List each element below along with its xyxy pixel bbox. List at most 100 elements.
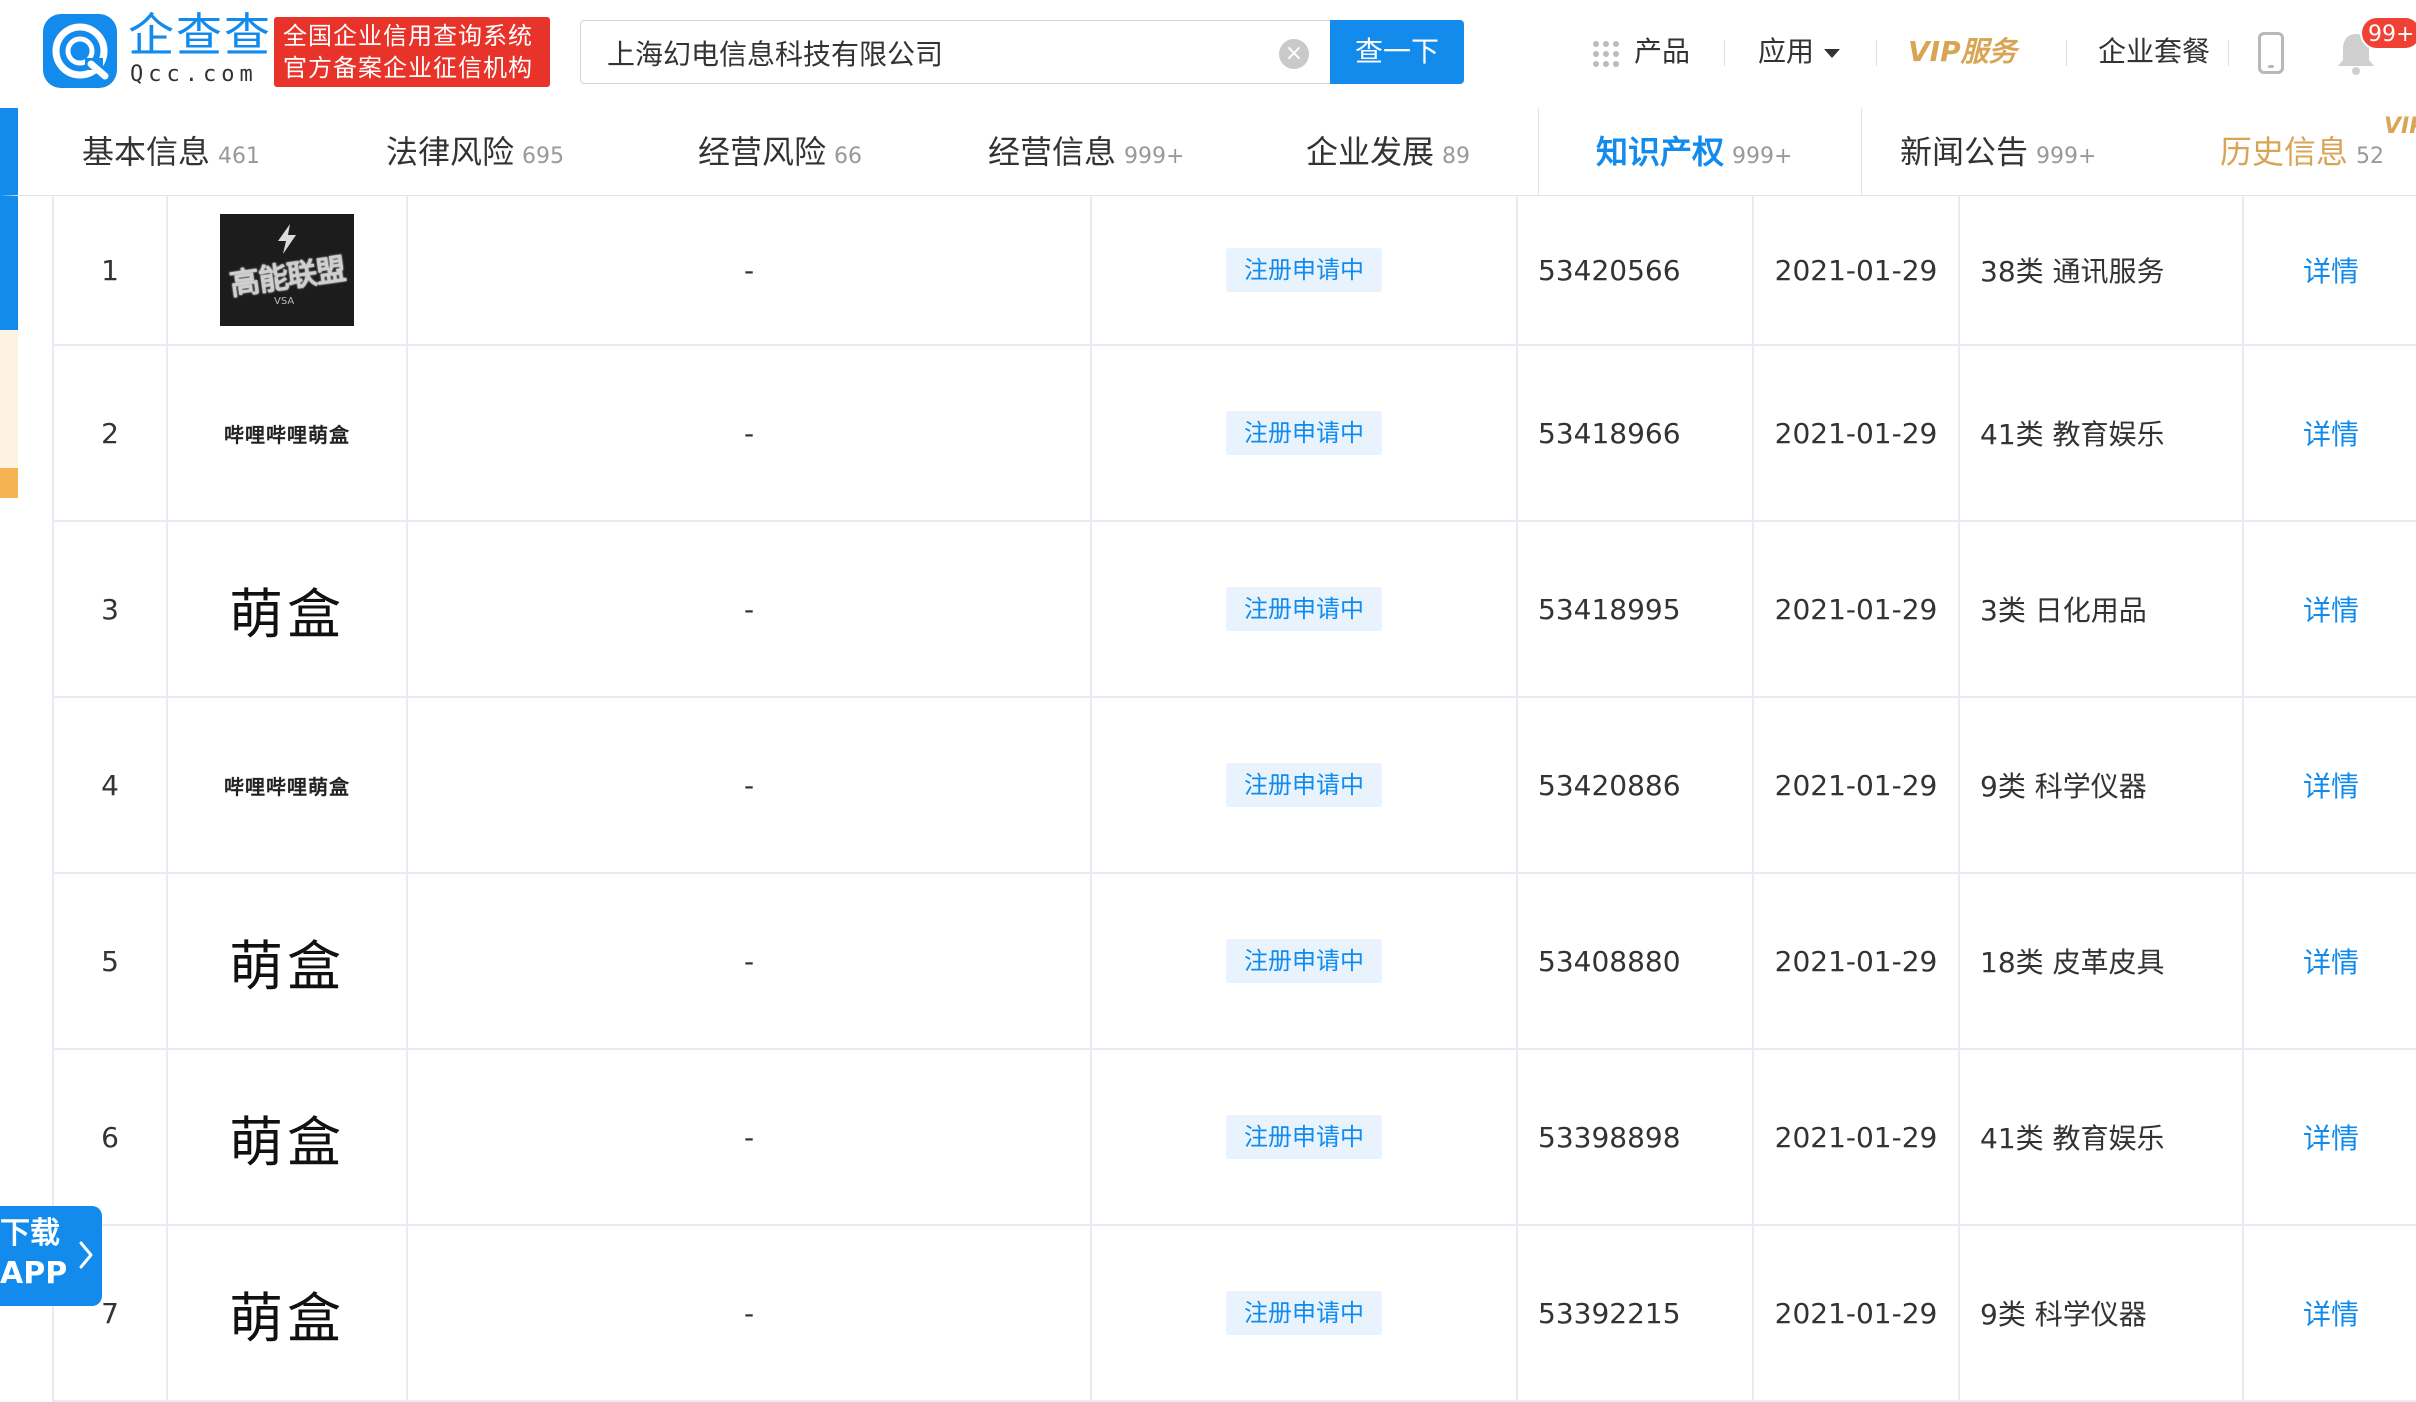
- international-class: 18类 皮革皮具: [1960, 874, 2244, 1048]
- cert-line-2: 官方备案企业征信机构: [283, 54, 533, 82]
- detail-link[interactable]: 详情: [2303, 589, 2359, 629]
- international-class: 41类 教育娱乐: [1960, 346, 2244, 520]
- tab-enterprise-development[interactable]: 企业发展 89: [1306, 132, 1470, 172]
- tab-count: 999+: [2036, 144, 2097, 169]
- tab-label: 基本信息: [82, 133, 211, 171]
- table-row: 1 高能联盟 VSA - 注册申请中 53420566 2021-01-29 3…: [52, 196, 2416, 346]
- search-input[interactable]: [605, 31, 1269, 75]
- status-cell: 注册申请中: [1092, 346, 1518, 520]
- trademark-text-image[interactable]: 萌盒: [229, 570, 345, 649]
- detail-link[interactable]: 详情: [2303, 250, 2359, 290]
- application-date: 2021-01-29: [1754, 698, 1960, 872]
- nav-divider: [1724, 40, 1725, 66]
- clear-search-icon[interactable]: ×: [1279, 39, 1309, 69]
- trademark-image-cell: 哔哩哔哩萌盒: [168, 698, 408, 872]
- trademark-logo-image[interactable]: 高能联盟 VSA: [220, 214, 354, 326]
- international-class: 38类 通讯服务: [1960, 196, 2244, 344]
- applicant-cell: -: [408, 698, 1092, 872]
- applicant-cell: -: [408, 346, 1092, 520]
- trademark-image-cell: 萌盒: [168, 1050, 408, 1224]
- nav-apps-label: 应用: [1758, 35, 1815, 68]
- notification-count-badge: 99+: [2360, 16, 2416, 50]
- status-cell: 注册申请中: [1092, 522, 1518, 696]
- row-index: 2: [54, 346, 168, 520]
- detail-link[interactable]: 详情: [2303, 941, 2359, 981]
- search-box: ×: [580, 20, 1330, 84]
- status-badge: 注册申请中: [1226, 939, 1382, 983]
- tab-label: 历史信息: [2220, 133, 2349, 171]
- application-date: 2021-01-29: [1754, 874, 1960, 1048]
- logo-name[interactable]: 企查查: [128, 8, 272, 62]
- nav-divider: [1876, 40, 1877, 66]
- nav-products[interactable]: 产品: [1634, 32, 1690, 72]
- trademark-image-cell: 高能联盟 VSA: [168, 196, 408, 344]
- detail-link[interactable]: 详情: [2303, 765, 2359, 805]
- cert-line-1: 全国企业信用查询系统: [283, 22, 533, 50]
- status-cell: 注册申请中: [1092, 698, 1518, 872]
- registration-number: 53420566: [1518, 196, 1754, 344]
- registration-number: 53398898: [1518, 1050, 1754, 1224]
- lightning-icon: [278, 224, 296, 254]
- nav-divider: [2228, 40, 2229, 66]
- trademark-text-image[interactable]: 萌盒: [229, 1098, 345, 1177]
- international-class: 9类 科学仪器: [1960, 1226, 2244, 1400]
- detail-cell: 详情: [2244, 1050, 2416, 1224]
- trademark-logo-subtext: VSA: [274, 296, 295, 307]
- section-tabs: 基本信息 461 法律风险 695 经营风险 66 经营信息 999+ 企业发展 89 知…: [0, 108, 2416, 196]
- nav-apps[interactable]: 应用: [1758, 32, 1841, 72]
- tab-label: 新闻公告: [1900, 133, 2029, 171]
- applicant-cell: -: [408, 522, 1092, 696]
- table-row: 2 哔哩哔哩萌盒 - 注册申请中 53418966 2021-01-29 41类…: [52, 346, 2416, 522]
- chevron-right-icon: [79, 1241, 93, 1269]
- status-cell: 注册申请中: [1092, 874, 1518, 1048]
- detail-link[interactable]: 详情: [2303, 1117, 2359, 1157]
- detail-link[interactable]: 详情: [2303, 1293, 2359, 1333]
- tab-count: 461: [218, 144, 261, 169]
- trademark-image-cell: 哔哩哔哩萌盒: [168, 346, 408, 520]
- left-side-marker: [0, 468, 18, 498]
- status-cell: 注册申请中: [1092, 1226, 1518, 1400]
- tab-business-info[interactable]: 经营信息 999+: [988, 132, 1184, 172]
- status-badge: 注册申请中: [1226, 1115, 1382, 1159]
- qcc-logo-icon[interactable]: [43, 14, 117, 88]
- tab-basic-info[interactable]: 基本信息 461: [82, 132, 260, 172]
- tab-count: 999+: [1124, 144, 1185, 169]
- tab-intellectual-property[interactable]: 知识产权 999+: [1596, 132, 1792, 172]
- trademark-image-cell: 萌盒: [168, 522, 408, 696]
- status-cell: 注册申请中: [1092, 196, 1518, 344]
- row-index: 5: [54, 874, 168, 1048]
- logo-domain: Qcc.com: [130, 62, 258, 87]
- tab-count: 52: [2356, 144, 2385, 169]
- download-app-button[interactable]: 下载 APP: [0, 1206, 102, 1306]
- trademark-image-cell: 萌盒: [168, 874, 408, 1048]
- mobile-phone-icon[interactable]: [2258, 32, 2284, 74]
- applicant-cell: -: [408, 1226, 1092, 1400]
- tab-label: 法律风险: [386, 133, 515, 171]
- nav-enterprise-packages[interactable]: 企业套餐: [2098, 32, 2210, 72]
- tab-label: 企业发展: [1306, 133, 1435, 171]
- detail-link[interactable]: 详情: [2303, 413, 2359, 453]
- trademark-text-image[interactable]: 哔哩哔哩萌盒: [224, 771, 350, 800]
- application-date: 2021-01-29: [1754, 522, 1960, 696]
- detail-cell: 详情: [2244, 522, 2416, 696]
- nav-vip-service[interactable]: VIP服务: [1908, 32, 2017, 72]
- tab-label: 知识产权: [1596, 133, 1725, 171]
- tab-business-risk[interactable]: 经营风险 66: [698, 132, 862, 172]
- application-date: 2021-01-29: [1754, 346, 1960, 520]
- tab-news-announcements[interactable]: 新闻公告 999+: [1900, 132, 2096, 172]
- search-button[interactable]: 查一下: [1330, 20, 1464, 84]
- trademark-text-image[interactable]: 萌盒: [229, 1274, 345, 1353]
- trademark-text-image[interactable]: 哔哩哔哩萌盒: [224, 419, 350, 448]
- tab-history-info[interactable]: 历史信息 52: [2220, 132, 2384, 172]
- international-class: 9类 科学仪器: [1960, 698, 2244, 872]
- trademark-text-image[interactable]: 萌盒: [229, 922, 345, 1001]
- application-date: 2021-01-29: [1754, 1226, 1960, 1400]
- table-row: 4 哔哩哔哩萌盒 - 注册申请中 53420886 2021-01-29 9类 …: [52, 698, 2416, 874]
- international-class: 3类 日化用品: [1960, 522, 2244, 696]
- status-badge: 注册申请中: [1226, 411, 1382, 455]
- status-badge: 注册申请中: [1226, 248, 1382, 292]
- detail-cell: 详情: [2244, 698, 2416, 872]
- tab-legal-risk[interactable]: 法律风险 695: [386, 132, 564, 172]
- nav-divider: [2066, 40, 2067, 66]
- caret-down-icon: [1824, 48, 1841, 58]
